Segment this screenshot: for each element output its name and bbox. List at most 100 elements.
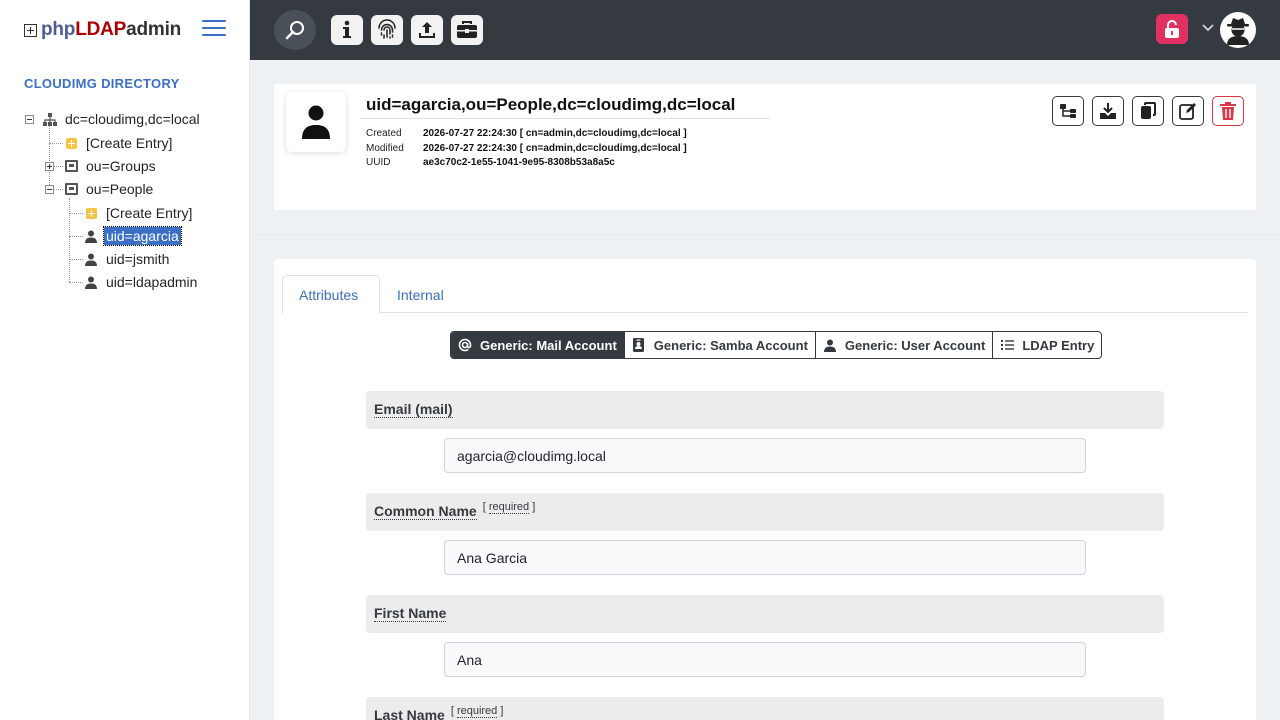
- hamburger-icon: [202, 20, 226, 22]
- info-button[interactable]: [331, 15, 363, 45]
- collapse-root-toggle[interactable]: [25, 115, 34, 124]
- template-mail-account[interactable]: Generic: Mail Account: [451, 332, 624, 358]
- template-samba-account[interactable]: Generic: Samba Account: [623, 332, 815, 358]
- divider: [250, 234, 1280, 235]
- template-label: Generic: Mail Account: [480, 337, 617, 353]
- top-navbar: [250, 0, 1280, 60]
- user-icon: [302, 105, 330, 139]
- template-label: Generic: User Account: [844, 337, 986, 353]
- organizational-unit-icon: [64, 182, 78, 196]
- import-button[interactable]: [411, 15, 443, 45]
- brand-ldap: LDAP: [75, 19, 127, 40]
- tree-node-label: uid=jsmith: [106, 251, 170, 267]
- entry-avatar: [286, 92, 346, 152]
- fingerprint-icon: [378, 19, 396, 39]
- required-badge: [ required ]: [482, 501, 536, 514]
- tools-button[interactable]: [451, 15, 483, 45]
- edit-icon: [1179, 103, 1196, 120]
- meta-label: Created: [366, 128, 402, 139]
- tab-internal[interactable]: Internal: [381, 275, 460, 314]
- menu-toggle-button[interactable]: [202, 20, 226, 38]
- id-badge-icon: [632, 338, 646, 352]
- attribute-label: First Name: [374, 605, 447, 622]
- required-text: required: [488, 501, 530, 514]
- hamburger-line: [202, 27, 226, 29]
- user-avatar[interactable]: [1220, 12, 1256, 48]
- tab-attributes[interactable]: Attributes: [282, 275, 380, 314]
- tree-node-create-entry[interactable]: [Create Entry]: [64, 132, 174, 154]
- delete-entry-button[interactable]: [1212, 96, 1244, 126]
- copy-move-button[interactable]: [1052, 96, 1084, 126]
- user-secret-icon: [1227, 18, 1249, 45]
- template-ldap-entry[interactable]: LDAP Entry: [992, 332, 1101, 358]
- add-entry-icon: [84, 206, 98, 220]
- meta-created: Created 2026-07-27 22:24:30 [ cn=admin,d…: [366, 128, 687, 139]
- tree-node-root[interactable]: dc=cloudimg,dc=local: [43, 108, 202, 130]
- tree-node-label: [Create Entry]: [106, 205, 193, 221]
- schema-button[interactable]: [371, 15, 403, 45]
- tree-line: [69, 282, 83, 283]
- user-menu-dropdown[interactable]: [1202, 22, 1214, 34]
- at-icon: [458, 338, 472, 352]
- unlock-icon: [1165, 20, 1179, 38]
- first-name-field[interactable]: [444, 642, 1086, 677]
- tree-node-groups[interactable]: ou=Groups: [64, 155, 158, 177]
- tree-node-label: uid=ldapadmin: [106, 274, 198, 290]
- tree-node-label: ou=People: [86, 181, 154, 197]
- tree-node-people[interactable]: ou=People: [64, 178, 155, 200]
- tree-node-label: ou=Groups: [86, 158, 156, 174]
- directory-title: CLOUDIMG DIRECTORY: [24, 76, 180, 91]
- copy-entry-button[interactable]: [1132, 96, 1164, 126]
- tab-bar: Attributes Internal: [282, 275, 1248, 314]
- brand-logo[interactable]: php LDAP admin: [24, 18, 181, 42]
- expand-icon: [24, 23, 37, 37]
- attribute-label: Email (mail): [374, 401, 453, 418]
- meta-value: 2026-07-27 22:24:30 [ cn=admin,dc=cloudi…: [423, 128, 687, 139]
- collapse-people-toggle[interactable]: [45, 185, 54, 194]
- tree-line: [69, 198, 70, 282]
- edit-entry-button[interactable]: [1172, 96, 1204, 126]
- brand-php: php: [41, 19, 76, 40]
- email-field[interactable]: [444, 438, 1086, 473]
- attribute-label: Last Name: [374, 708, 445, 720]
- tree-line: [49, 125, 50, 189]
- attribute-label: Common Name: [374, 503, 477, 520]
- common-name-field[interactable]: [444, 540, 1086, 575]
- expand-groups-toggle[interactable]: [45, 162, 54, 171]
- entry-dn-title: uid=agarcia,ou=People,dc=cloudimg,dc=loc…: [366, 95, 736, 114]
- meta-value: ae3c70c2-1e55-1041-9e95-8308b53a8a5c: [423, 157, 615, 168]
- tree-node-user[interactable]: uid=jsmith: [84, 248, 171, 270]
- tree-line: [53, 166, 63, 167]
- meta-value: 2026-07-27 22:24:30 [ cn=admin,dc=cloudi…: [423, 143, 687, 154]
- tree-line: [69, 236, 83, 237]
- attribute-header-email: Email (mail): [366, 391, 1164, 429]
- attribute-header-first-name: First Name: [366, 595, 1164, 633]
- tree-node-label: [Create Entry]: [86, 135, 173, 151]
- template-label: LDAP Entry: [1022, 337, 1095, 353]
- template-selector: Generic: Mail Account Generic: Samba Acc…: [450, 331, 1103, 359]
- tree-line: [49, 143, 63, 144]
- list-icon: [1000, 338, 1014, 352]
- sitemap-icon: [43, 112, 57, 126]
- tree-node-people-create-entry[interactable]: [Create Entry]: [84, 202, 194, 224]
- download-icon: [1100, 103, 1116, 119]
- attribute-header-common-name: Common Name [ required ]: [366, 493, 1164, 531]
- copy-icon: [1141, 102, 1156, 119]
- search-button[interactable]: [274, 10, 316, 50]
- chevron-down-icon: [1202, 24, 1214, 32]
- tree-line: [69, 259, 83, 260]
- logout-button[interactable]: [1156, 14, 1188, 44]
- meta-label: UUID: [366, 157, 391, 168]
- attribute-header-last-name: Last Name [ required ]: [366, 697, 1164, 720]
- tree-node-user[interactable]: uid=ldapadmin: [84, 271, 199, 293]
- user-icon: [84, 252, 98, 266]
- tree-node-user[interactable]: uid=agarcia: [84, 225, 182, 247]
- template-user-account[interactable]: Generic: User Account: [814, 332, 992, 358]
- user-icon: [823, 338, 837, 352]
- user-icon: [84, 275, 98, 289]
- entry-header-card: uid=agarcia,ou=People,dc=cloudimg,dc=loc…: [274, 84, 1256, 210]
- trash-icon: [1220, 102, 1236, 120]
- organizational-unit-icon: [64, 159, 78, 173]
- brand-admin: admin: [126, 19, 182, 40]
- export-button[interactable]: [1092, 96, 1124, 126]
